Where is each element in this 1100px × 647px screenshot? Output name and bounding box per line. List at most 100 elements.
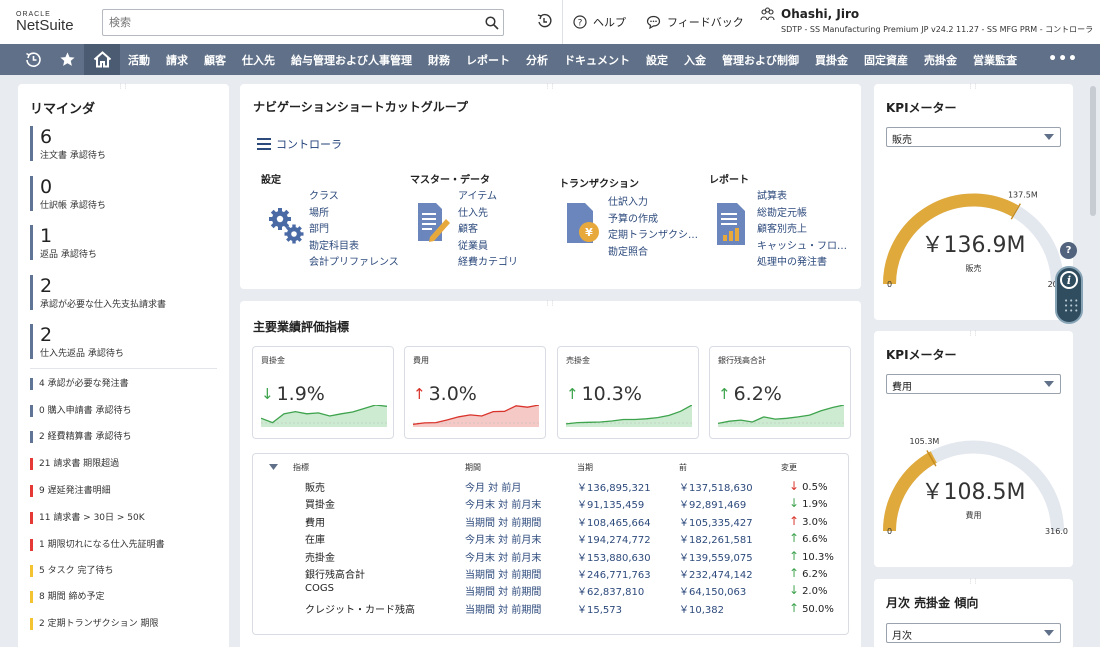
shortcut-link[interactable]: 処理中の発注書 xyxy=(757,255,847,272)
nav-item-vendors[interactable]: 仕入先 xyxy=(234,52,283,68)
nav-more-icon[interactable]: ••• xyxy=(1048,51,1078,67)
cell-period[interactable]: 今月末 対 前月末 xyxy=(465,496,541,511)
shortcut-link[interactable]: 試算表 xyxy=(757,189,847,206)
search-icon[interactable] xyxy=(481,12,503,34)
col-header-indicator[interactable]: 指標 xyxy=(293,462,309,473)
table-row[interactable]: 在庫 今月末 対 前月末 ￥194,274,772 ￥182,261,581 ↑ 6.6% xyxy=(253,531,848,548)
col-header-period[interactable]: 期間 xyxy=(465,462,481,473)
feedback-link[interactable]: フィードバック xyxy=(646,14,744,30)
info-icon[interactable]: i xyxy=(1060,271,1078,289)
col-header-current[interactable]: 当期 xyxy=(577,462,593,473)
reminder-link[interactable]: 9 遅延発注書明細 xyxy=(30,485,111,497)
cell-previous[interactable]: ￥137,518,630 xyxy=(679,479,753,494)
cell-current[interactable]: ￥194,274,772 xyxy=(577,531,651,546)
nav-item-setup[interactable]: 設定 xyxy=(638,52,676,68)
drag-handle-icon[interactable] xyxy=(545,83,557,92)
nav-item-payments[interactable]: 入金 xyxy=(676,52,714,68)
info-float-widget[interactable]: i ••• ••• ••• xyxy=(1055,266,1083,324)
reminder-link[interactable]: 11 請求書 > 30日 > 50K xyxy=(30,512,145,524)
kpi-meter-select[interactable]: 販売 xyxy=(886,127,1061,147)
table-row[interactable]: 銀行残高合計 当期間 対 前期間 ￥246,771,763 ￥232,474,142 ↑… xyxy=(253,566,848,583)
table-row[interactable]: 買掛金 今月末 対 前月末 ￥91,135,459 ￥92,891,469 ↓ 1.9% xyxy=(253,496,848,513)
shortcut-link[interactable]: 場所 xyxy=(309,206,399,223)
shortcut-link[interactable]: 顧客 xyxy=(458,222,518,239)
cell-current[interactable]: ￥15,573 xyxy=(577,601,622,616)
help-float-icon[interactable]: ? xyxy=(1060,242,1077,259)
shortcut-link[interactable]: 予算の作成 xyxy=(608,212,698,229)
reminder-item[interactable]: 0 仕訳帳 承認待ち xyxy=(30,176,106,211)
home-icon[interactable] xyxy=(84,44,120,75)
shortcut-link[interactable]: 従業員 xyxy=(458,239,518,256)
col-header-change[interactable]: 変更 xyxy=(781,462,797,473)
shortcut-link[interactable]: 定期トランザクシ… xyxy=(608,228,698,245)
drag-dots-icon[interactable]: ••• ••• ••• xyxy=(1064,298,1079,315)
reminder-link[interactable]: 5 タスク 完了待ち xyxy=(30,565,113,577)
recent-icon[interactable] xyxy=(16,44,50,75)
shortcut-group-selector[interactable]: コントローラ xyxy=(257,136,342,152)
recent-records-icon[interactable] xyxy=(536,13,552,32)
nav-item-activities[interactable]: 活動 xyxy=(120,52,158,68)
nav-item-receivables[interactable]: 売掛金 xyxy=(916,52,965,68)
trend-period-select[interactable]: 月次 xyxy=(886,623,1061,643)
cell-previous[interactable]: ￥139,559,075 xyxy=(679,549,753,564)
cell-current[interactable]: ￥108,465,664 xyxy=(577,514,651,529)
nav-item-management-control[interactable]: 管理および制御 xyxy=(714,52,807,68)
shortcut-link[interactable]: アイテム xyxy=(458,189,518,206)
cell-period[interactable]: 当期間 対 前期間 xyxy=(465,566,541,581)
cell-current[interactable]: ￥62,837,810 xyxy=(577,583,644,598)
table-row[interactable]: 費用 当期間 対 前期間 ￥108,465,664 ￥105,335,427 ↑ 3.0% xyxy=(253,514,848,531)
nav-item-payroll-hr[interactable]: 給与管理および人事管理 xyxy=(283,52,420,68)
drag-handle-icon[interactable] xyxy=(968,83,980,92)
page-scrollbar[interactable] xyxy=(1090,86,1096,216)
nav-item-reports[interactable]: レポート xyxy=(458,52,518,68)
cell-previous[interactable]: ￥92,891,469 xyxy=(679,496,746,511)
cell-previous[interactable]: ￥64,150,063 xyxy=(679,583,746,598)
cell-current[interactable]: ￥246,771,763 xyxy=(577,566,651,581)
table-row[interactable]: 売掛金 今月末 対 前月末 ￥153,880,630 ￥139,559,075 ↑ 10.… xyxy=(253,549,848,566)
cell-period[interactable]: 当期間 対 前期間 xyxy=(465,583,541,598)
cell-previous[interactable]: ￥10,382 xyxy=(679,601,724,616)
reminder-item[interactable]: 1 返品 承認待ち xyxy=(30,225,97,260)
shortcut-link[interactable]: 総勘定元帳 xyxy=(757,206,847,223)
help-link[interactable]: ? ヘルプ xyxy=(573,14,626,30)
cell-period[interactable]: 今月末 対 前月末 xyxy=(465,531,541,546)
shortcut-link[interactable]: 経費カテゴリ xyxy=(458,255,518,272)
drag-handle-icon[interactable] xyxy=(545,300,557,309)
shortcut-link[interactable]: 仕入先 xyxy=(458,206,518,223)
drag-handle-icon[interactable] xyxy=(118,83,130,92)
cell-current[interactable]: ￥153,880,630 xyxy=(577,549,651,564)
cell-current[interactable]: ￥136,895,321 xyxy=(577,479,651,494)
table-row[interactable]: 販売 今月 対 前月 ￥136,895,321 ￥137,518,630 ↓ 0.5% xyxy=(253,479,848,496)
reminder-link[interactable]: 1 期限切れになる仕入先証明書 xyxy=(30,539,165,551)
table-row[interactable]: COGS 当期間 対 前期間 ￥62,837,810 ￥64,150,063 ↓ 2.0% xyxy=(253,583,848,600)
shortcut-link[interactable]: 仕訳入力 xyxy=(608,195,698,212)
shortcut-link[interactable]: 勘定科目表 xyxy=(309,239,399,256)
drag-handle-icon[interactable] xyxy=(968,330,980,339)
kpi-meter-select[interactable]: 費用 xyxy=(886,374,1061,394)
nav-item-financial[interactable]: 財務 xyxy=(420,52,458,68)
drag-handle-icon[interactable] xyxy=(968,578,980,587)
nav-item-fixed-assets[interactable]: 固定資産 xyxy=(856,52,916,68)
reminder-item[interactable]: 2 承認が必要な仕入先支払請求書 xyxy=(30,275,166,310)
reminder-item[interactable]: 2 仕入先返品 承認待ち xyxy=(30,324,124,359)
reminder-link[interactable]: 2 定期トランザクション 期限 xyxy=(30,618,158,630)
cell-previous[interactable]: ￥105,335,427 xyxy=(679,514,753,529)
reminder-link[interactable]: 8 期間 締め予定 xyxy=(30,591,104,603)
kpi-card[interactable]: 売掛金 ↑ 10.3% xyxy=(557,346,699,439)
nav-item-analytics[interactable]: 分析 xyxy=(518,52,556,68)
nav-item-payables[interactable]: 買掛金 xyxy=(807,52,856,68)
nav-item-sales-audit[interactable]: 営業監査 xyxy=(965,52,1025,68)
reminder-link[interactable]: 21 請求書 期限超過 xyxy=(30,458,119,470)
col-header-previous[interactable]: 前 xyxy=(679,462,687,473)
nav-item-documents[interactable]: ドキュメント xyxy=(556,52,638,68)
nav-item-billing[interactable]: 請求 xyxy=(158,52,196,68)
reminder-link[interactable]: 2 経費精算書 承認待ち xyxy=(30,431,131,443)
cell-previous[interactable]: ￥182,261,581 xyxy=(679,531,753,546)
kpi-card[interactable]: 買掛金 ↓ 1.9% xyxy=(252,346,394,439)
user-menu[interactable]: Ohashi, Jiro SDTP - SS Manufacturing Pre… xyxy=(760,7,1093,35)
shortcut-link[interactable]: 会計プリファレンス xyxy=(309,255,399,272)
shortcut-link[interactable]: 顧客別売上 xyxy=(757,222,847,239)
cell-previous[interactable]: ￥232,474,142 xyxy=(679,566,753,581)
cell-current[interactable]: ￥91,135,459 xyxy=(577,496,644,511)
nav-item-customers[interactable]: 顧客 xyxy=(196,52,234,68)
